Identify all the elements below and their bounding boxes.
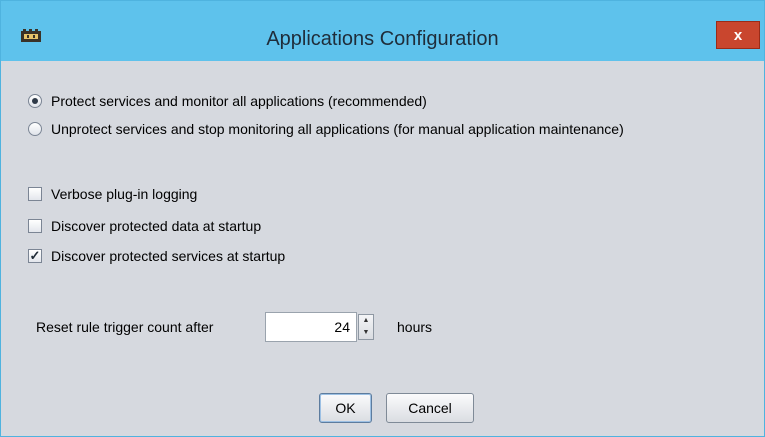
close-button[interactable]: x [716,21,760,49]
spin-down-icon[interactable]: ▼ [359,327,373,339]
reset-count-label: Reset rule trigger count after [36,319,214,335]
radio-unprotect[interactable]: Unprotect services and stop monitoring a… [28,121,624,137]
checkbox-discover-data[interactable]: Discover protected data at startup [28,218,261,234]
spin-up-icon[interactable]: ▲ [359,315,373,327]
checkbox-label: Verbose plug-in logging [51,186,198,202]
radio-button[interactable] [28,122,42,136]
checkbox[interactable] [28,219,42,233]
close-icon: x [733,27,743,44]
reset-count-spinner[interactable]: ▲ ▼ [358,314,374,340]
checkbox-label: Discover protected data at startup [51,218,262,234]
radio-button-selected[interactable] [28,94,42,108]
ok-button[interactable]: OK [319,393,372,423]
checkmark-icon: ✓ [29,248,41,263]
radio-label: Protect services and monitor all applica… [51,93,427,109]
checkbox-verbose-logging[interactable]: Verbose plug-in logging [28,186,197,202]
cancel-button[interactable]: Cancel [386,393,474,423]
window-title: Applications Configuration [266,28,499,50]
radio-label: Unprotect services and stop monitoring a… [51,121,624,137]
radio-protect[interactable]: Protect services and monitor all applica… [28,93,427,109]
reset-count-input[interactable]: 24 [265,312,357,342]
hours-label: hours [397,319,433,335]
checkbox[interactable] [28,187,42,201]
title-bar[interactable]: Applications Configuration x [1,1,764,61]
checkbox-label: Discover protected services at startup [51,248,286,264]
dialog-content: Protect services and monitor all applica… [2,61,763,435]
checkbox-discover-services[interactable]: ✓ Discover protected services at startup [28,248,285,264]
config-window: Applications Configuration x Protect ser… [0,0,765,437]
checkbox-checked[interactable]: ✓ [28,249,42,263]
